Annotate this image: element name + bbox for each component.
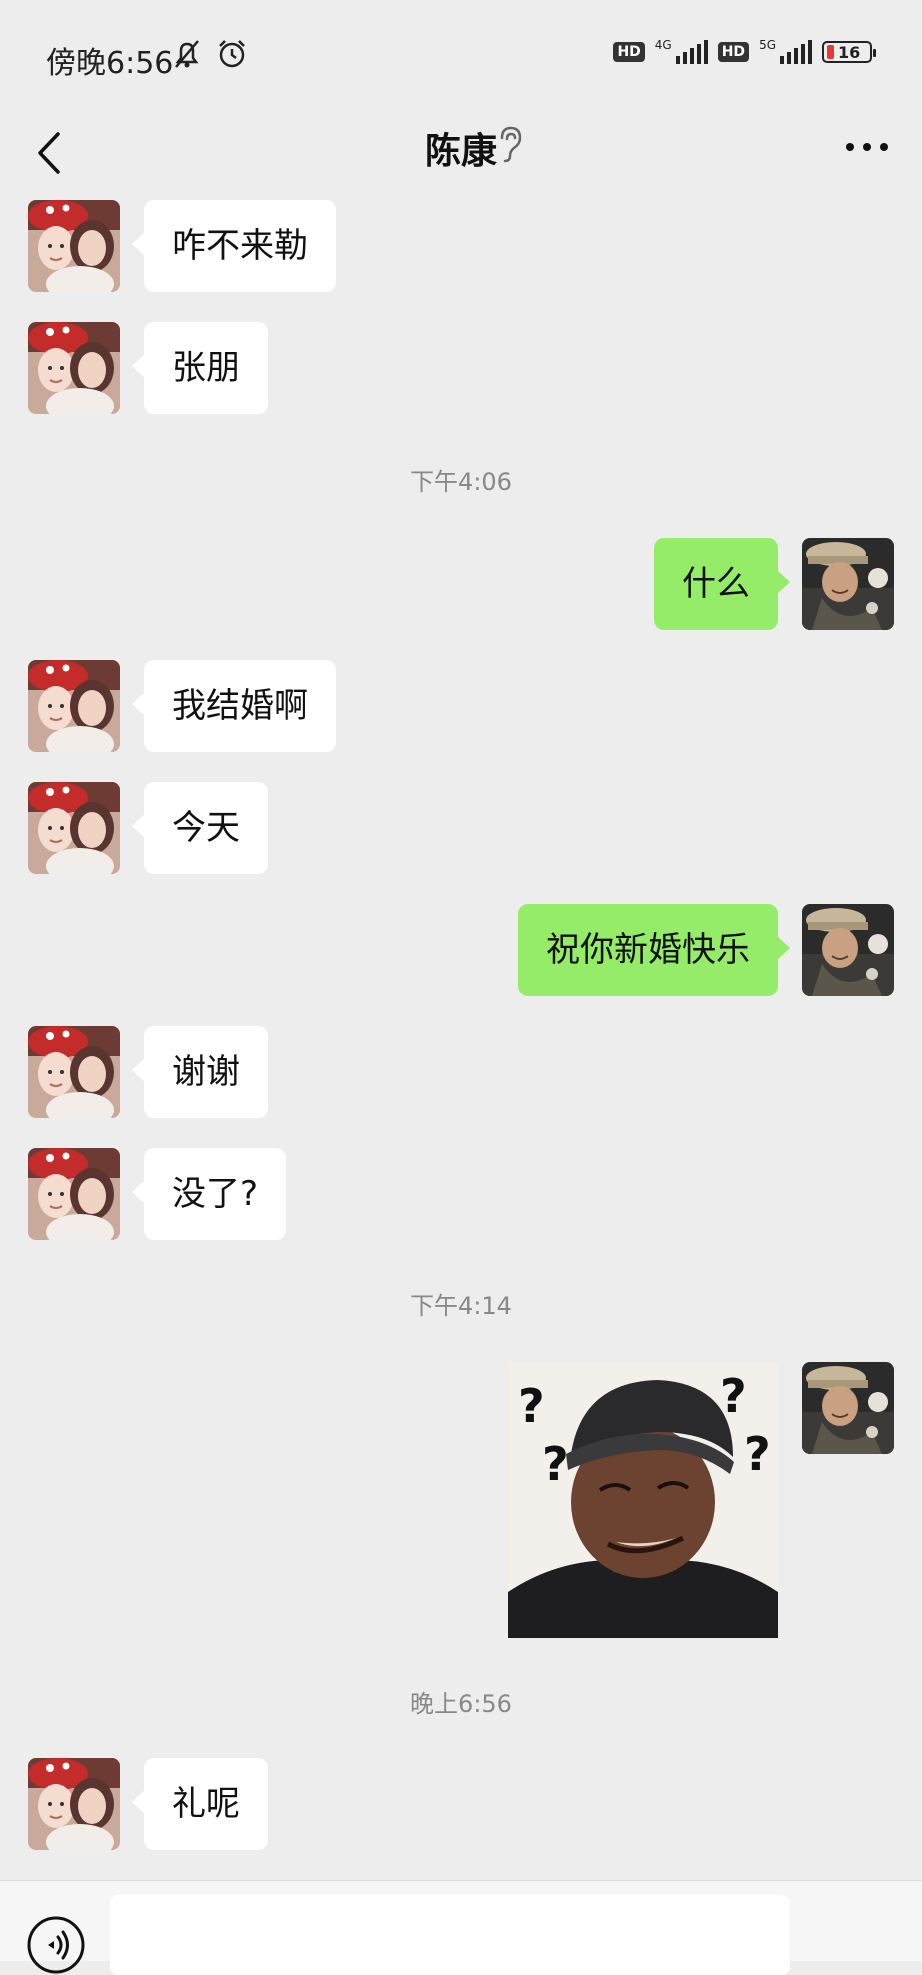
contact-avatar[interactable] [28, 1758, 120, 1850]
message-row: 没了? [0, 1148, 922, 1240]
signal-icon-2 [780, 40, 812, 64]
message-row: 礼呢 [0, 1758, 922, 1850]
contact-avatar[interactable] [28, 200, 120, 292]
svg-text:?: ? [518, 1379, 545, 1433]
own-avatar[interactable] [802, 904, 894, 996]
own-avatar[interactable] [802, 538, 894, 630]
own-message-bubble[interactable]: 什么 [654, 538, 790, 630]
message-row: 咋不来勒 [0, 200, 922, 292]
message-bubble[interactable]: 礼呢 [132, 1758, 268, 1850]
message-row: 我结婚啊 [0, 660, 922, 752]
message-row: 谢谢 [0, 1026, 922, 1118]
message-bubble[interactable]: 今天 [132, 782, 268, 874]
contact-avatar[interactable] [28, 660, 120, 752]
earpiece-mode-icon [500, 126, 522, 163]
svg-text:?: ? [744, 1427, 771, 1481]
network-4g-label: 4G [654, 38, 672, 52]
chat-header: 陈康 [0, 110, 922, 200]
message-row: 祝你新婚快乐 [0, 904, 922, 996]
timestamp: 下午4:06 [410, 468, 512, 496]
message-bubble[interactable]: 谢谢 [132, 1026, 268, 1118]
confused-sticker-image[interactable]: ? ? ? ? [508, 1362, 778, 1638]
message-row: 什么 [0, 538, 922, 630]
contact-avatar[interactable] [28, 1026, 120, 1118]
message-input[interactable] [110, 1895, 790, 1975]
message-bubble[interactable]: 咋不来勒 [132, 200, 336, 292]
input-bar [0, 1880, 922, 1975]
message-row: ? ? ? ? [0, 1362, 922, 1638]
signal-icon [675, 40, 708, 64]
alarm-icon [219, 40, 245, 68]
more-options-icon[interactable] [842, 132, 892, 162]
timestamp: 晚上6:56 [410, 1690, 512, 1718]
status-time: 傍晚6:56 [46, 46, 174, 81]
hd-badge-2: HD [717, 42, 750, 62]
svg-text:?: ? [542, 1437, 569, 1491]
hd-badge: HD [613, 42, 645, 62]
message-bubble[interactable]: 张朋 [132, 322, 268, 414]
network-5g-label: 5G [759, 38, 776, 52]
message-row: 张朋 [0, 322, 922, 414]
message-row: 今天 [0, 782, 922, 874]
voice-input-icon[interactable] [26, 1915, 86, 1975]
svg-text:?: ? [720, 1369, 747, 1423]
chat-title: 陈康 [424, 131, 497, 172]
battery-icon: 16 [822, 41, 876, 63]
contact-avatar[interactable] [28, 322, 120, 414]
own-avatar[interactable] [802, 1362, 894, 1454]
battery-level: 16 [838, 42, 861, 62]
message-bubble[interactable]: 没了? [131, 1148, 287, 1240]
timestamp: 下午4:14 [410, 1292, 512, 1320]
status-bar: 傍晚6:56 HD 4G HD 5G 16 [0, 0, 922, 110]
own-message-bubble[interactable]: 祝你新婚快乐 [518, 904, 790, 996]
bell-muted-icon [175, 40, 199, 68]
contact-avatar[interactable] [28, 1148, 120, 1240]
message-bubble[interactable]: 我结婚啊 [132, 660, 336, 752]
contact-avatar[interactable] [28, 782, 120, 874]
